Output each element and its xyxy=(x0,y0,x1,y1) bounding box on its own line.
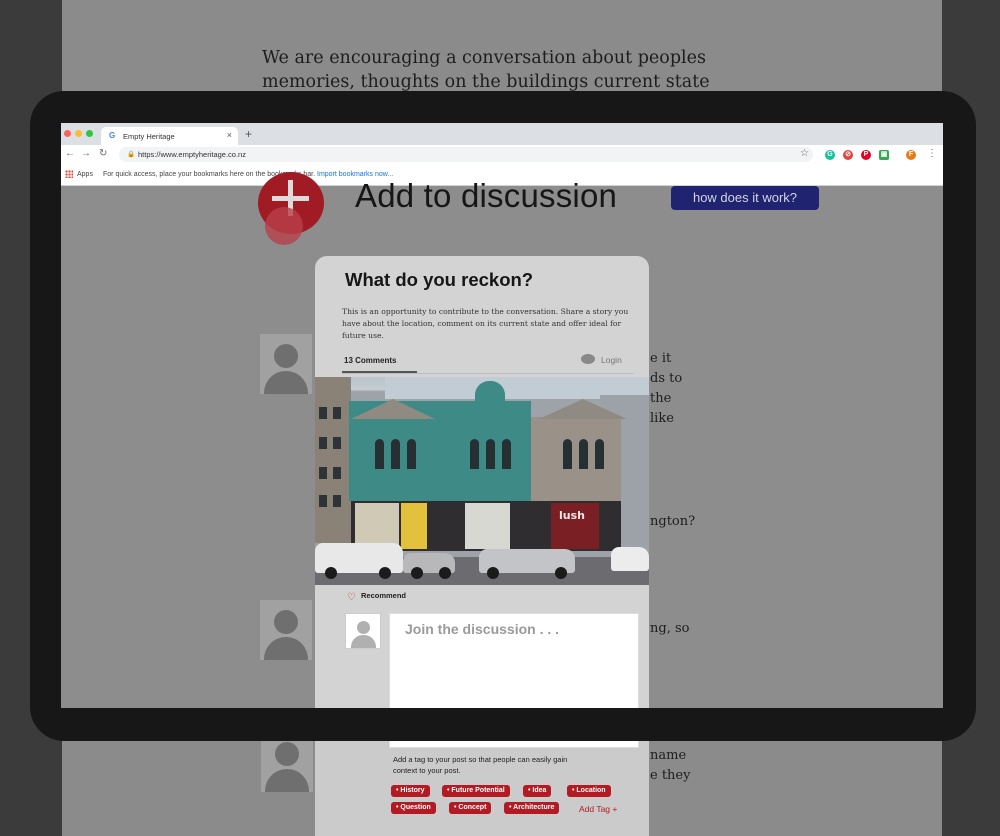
bookmarks-hint: For quick access, place your bookmarks h… xyxy=(103,171,393,178)
tag-future-potential[interactable]: • Future Potential xyxy=(442,785,510,797)
browser-toolbar: ← → ↻ 🔒 https://www.emptyheritage.co.nz … xyxy=(61,145,943,164)
join-discussion-input[interactable]: Join the discussion . . . xyxy=(389,613,639,708)
back-arrow-icon[interactable]: ← xyxy=(65,148,75,159)
extension-glyph: ▣ xyxy=(880,151,888,158)
lock-icon: 🔒 xyxy=(127,151,136,158)
add-tag-link[interactable]: Add Tag + xyxy=(579,804,617,814)
comments-count-tab[interactable]: 13 Comments xyxy=(344,356,396,365)
comment-fragment: the xyxy=(650,391,672,406)
tag-label: Concept xyxy=(458,804,487,811)
tab-empty-heritage[interactable]: G Empty Heritage × xyxy=(101,127,238,145)
extension-glyph: G xyxy=(827,151,833,158)
extension-glyph: ⊘ xyxy=(845,151,851,158)
window-close-button[interactable] xyxy=(64,130,71,137)
tag-label: Idea xyxy=(532,787,547,794)
chat-bubble-icon xyxy=(581,354,595,364)
comment-fragment: name xyxy=(650,748,687,763)
reload-icon[interactable]: ↻ xyxy=(99,148,107,159)
recommend-button[interactable]: Recommend xyxy=(361,591,406,600)
apps-link[interactable]: Apps xyxy=(77,171,93,178)
add-to-discussion-title: Add to discussion xyxy=(355,177,618,214)
tab-bar: G Empty Heritage × + xyxy=(61,123,943,145)
card-description: This is an opportunity to contribute to … xyxy=(342,307,629,340)
tag-label: Question xyxy=(400,804,431,811)
tab-title: Empty Heritage xyxy=(123,132,175,141)
comment-fragment: ngton? xyxy=(650,514,696,529)
extension-green-icon[interactable]: ▣ xyxy=(879,150,889,160)
extension-glyph: F xyxy=(908,151,914,158)
login-link[interactable]: Login xyxy=(601,355,622,365)
window-maximize-button[interactable] xyxy=(86,130,93,137)
tag-label: History xyxy=(400,787,425,794)
grammarly-icon[interactable]: G xyxy=(825,150,835,160)
tag-label: Architecture xyxy=(513,804,555,811)
click-indicator xyxy=(265,207,303,245)
tag-label: Future Potential xyxy=(451,787,505,794)
new-tab-button[interactable]: + xyxy=(245,127,252,141)
window-minimize-button[interactable] xyxy=(75,130,82,137)
tag-history[interactable]: • History xyxy=(391,785,430,797)
heart-icon[interactable]: ♡ xyxy=(347,592,356,603)
user-avatar xyxy=(345,613,381,649)
building-photo: lush xyxy=(315,377,649,585)
tag-location[interactable]: • Location xyxy=(567,785,611,797)
adblock-icon[interactable]: ⊘ xyxy=(843,150,853,160)
comment-fragment: ng, so xyxy=(650,621,690,636)
tag-concept[interactable]: • Concept xyxy=(449,802,492,814)
tag-architecture[interactable]: • Architecture xyxy=(504,802,560,814)
browser-screen: G Empty Heritage × + ← → ↻ 🔒 https://www… xyxy=(61,123,943,708)
tab-divider xyxy=(342,373,634,374)
shop-sign: lush xyxy=(559,509,585,522)
apps-grid-icon[interactable] xyxy=(65,170,73,178)
tab-close-icon[interactable]: × xyxy=(227,130,232,140)
address-bar[interactable]: 🔒 https://www.emptyheritage.co.nz ☆ xyxy=(119,147,813,162)
url-text: https://www.emptyheritage.co.nz xyxy=(138,150,246,159)
commenter-avatar xyxy=(261,732,313,792)
profile-avatar-icon[interactable]: F xyxy=(906,150,916,160)
forward-arrow-icon[interactable]: → xyxy=(81,148,91,159)
comment-fragment: e they xyxy=(650,768,691,783)
google-favicon-icon: G xyxy=(109,131,116,140)
extension-glyph: P xyxy=(863,151,869,158)
pinterest-icon[interactable]: P xyxy=(861,150,871,160)
discussion-card: What do you reckon? This is an opportuni… xyxy=(315,256,649,708)
tag-label: Location xyxy=(576,787,606,794)
how-does-it-work-button[interactable]: how does it work? xyxy=(671,186,819,210)
card-title: What do you reckon? xyxy=(345,269,534,290)
bookmark-star-icon[interactable]: ☆ xyxy=(800,148,809,159)
comment-fragment: like xyxy=(650,411,674,426)
tag-hint-text: Add a tag to your post so that people ca… xyxy=(393,755,568,775)
commenter-avatar xyxy=(260,334,312,394)
comment-textarea-bottom[interactable] xyxy=(389,741,639,748)
tag-idea[interactable]: • Idea xyxy=(523,785,552,797)
comment-fragment: ds to xyxy=(650,371,683,386)
browser-menu-icon[interactable]: ⋮ xyxy=(927,148,937,159)
comment-fragment: e it xyxy=(650,351,672,366)
commenter-avatar xyxy=(260,600,312,660)
tag-question[interactable]: • Question xyxy=(391,802,436,814)
